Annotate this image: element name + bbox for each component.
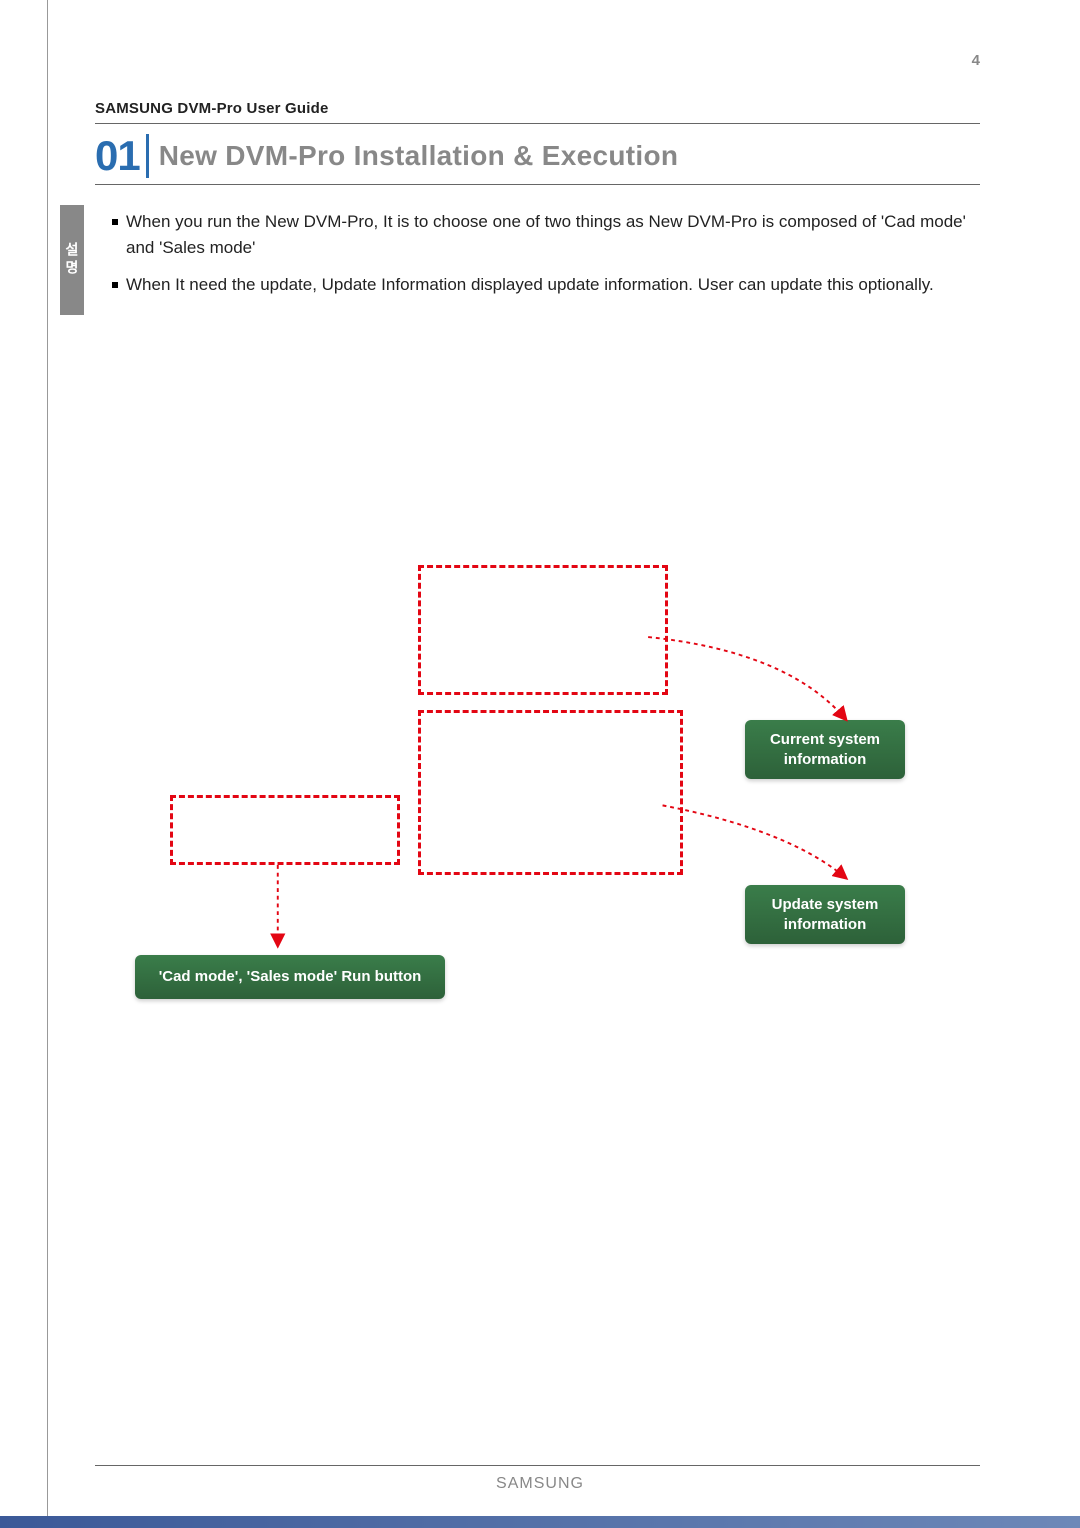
footer-brand: SAMSUNG — [0, 1475, 1080, 1493]
bullet-text: When you run the New DVM-Pro, It is to c… — [126, 209, 970, 260]
page-container: 4 SAMSUNG DVM-Pro User Guide 01 New DVM-… — [0, 0, 1080, 1528]
bullet-dot-icon — [112, 282, 118, 288]
description-block: 설명 When you run the New DVM-Pro, It is t… — [60, 205, 980, 315]
diagram-area: Current system information Update system… — [95, 565, 980, 1065]
section-heading-row: 01 New DVM-Pro Installation & Execution — [95, 132, 980, 180]
bullet-item: When you run the New DVM-Pro, It is to c… — [112, 209, 970, 260]
callout-update-system: Update system information — [745, 885, 905, 944]
page-number: 4 — [972, 52, 980, 69]
dashed-highlight-box-top — [418, 565, 668, 695]
bullet-list: When you run the New DVM-Pro, It is to c… — [84, 205, 980, 315]
vertical-tag-label: 설명 — [60, 205, 84, 315]
bullet-item: When It need the update, Update Informat… — [112, 272, 970, 298]
footer-divider — [95, 1465, 980, 1466]
bullet-text: When It need the update, Update Informat… — [126, 272, 934, 298]
dashed-highlight-box-mid — [418, 710, 683, 875]
section-title: New DVM-Pro Installation & Execution — [159, 140, 679, 172]
section-underline — [95, 184, 980, 185]
document-header: SAMSUNG DVM-Pro User Guide — [95, 100, 980, 124]
callout-run-button: 'Cad mode', 'Sales mode' Run button — [135, 955, 445, 999]
callout-current-system: Current system information — [745, 720, 905, 779]
section-divider — [146, 134, 149, 178]
section-number: 01 — [95, 132, 140, 180]
bullet-dot-icon — [112, 219, 118, 225]
dashed-highlight-box-left — [170, 795, 400, 865]
